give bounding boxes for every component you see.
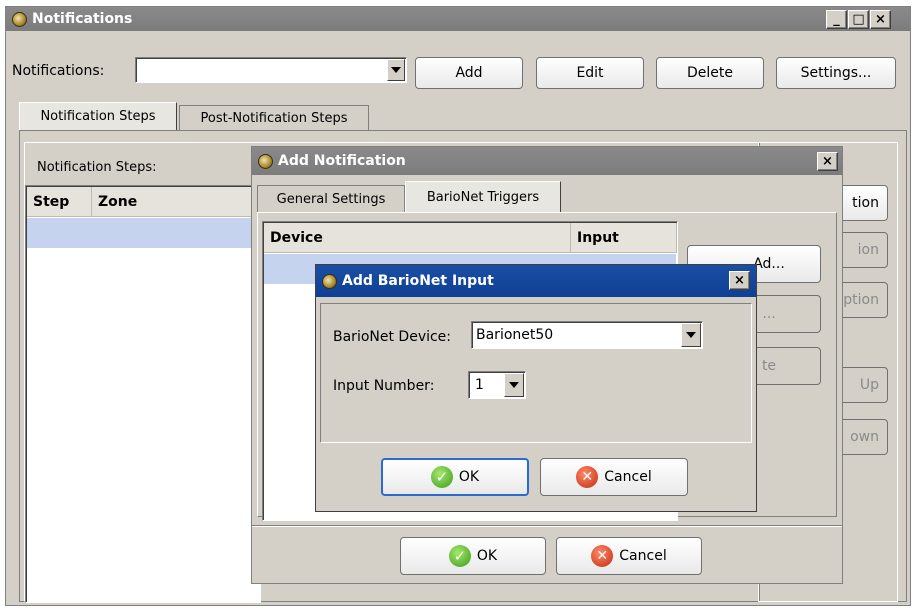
input-number-select[interactable]: 1 [468, 371, 526, 399]
add-barionet-input-title: Add BarioNet Input [342, 273, 494, 289]
settings-button[interactable]: Settings... [776, 57, 896, 89]
input-number-value: 1 [475, 377, 484, 393]
column-step[interactable]: Step [27, 187, 92, 217]
tab-barionet-triggers[interactable]: BarioNet Triggers [405, 181, 561, 212]
device-select-value: Barionet50 [476, 327, 554, 343]
dropdown-arrow-icon[interactable] [387, 59, 405, 81]
close-icon[interactable]: × [870, 10, 891, 29]
app-icon [258, 153, 273, 169]
dialog-separator [252, 525, 842, 527]
add-button[interactable]: Add [415, 57, 523, 89]
ok-button[interactable]: ✓ OK [400, 537, 546, 575]
tab-post-notification-steps[interactable]: Post-Notification Steps [179, 105, 369, 130]
column-zone[interactable]: Zone [92, 187, 261, 217]
ok-button[interactable]: ✓ OK [381, 458, 529, 496]
ok-label: OK [476, 548, 498, 564]
cancel-label: Cancel [604, 469, 652, 485]
dropdown-arrow-icon[interactable] [681, 323, 701, 347]
tab-general-settings[interactable]: General Settings [257, 185, 405, 212]
close-icon[interactable]: × [729, 271, 750, 290]
dropdown-arrow-icon[interactable] [504, 373, 524, 397]
steps-label: Notification Steps: [37, 160, 157, 175]
add-notification-titlebar: Add Notification [252, 147, 842, 175]
main-title: Notifications [32, 11, 133, 27]
table-row[interactable] [27, 218, 261, 248]
notifications-label: Notifications: [12, 63, 105, 79]
column-input[interactable]: Input [571, 223, 677, 253]
delete-button[interactable]: Delete [656, 57, 764, 89]
add-notification-title: Add Notification [278, 153, 406, 169]
tab-notification-steps[interactable]: Notification Steps [19, 102, 177, 130]
cancel-button[interactable]: ✕ Cancel [556, 537, 702, 575]
notifications-combo[interactable] [135, 57, 407, 83]
cancel-label: Cancel [619, 548, 667, 564]
cancel-x-icon: ✕ [576, 466, 599, 488]
cancel-button[interactable]: ✕ Cancel [540, 458, 688, 496]
minimize-icon[interactable]: _ [826, 10, 847, 29]
add-barionet-input-dialog: Add BarioNet Input × BarioNet Device: Ba… [315, 264, 757, 512]
cancel-x-icon: ✕ [591, 545, 614, 567]
add-barionet-input-titlebar: Add BarioNet Input [316, 265, 756, 297]
ok-check-icon: ✓ [430, 466, 453, 488]
maximize-icon[interactable]: □ [848, 10, 869, 29]
input-number-label: Input Number: [333, 378, 435, 394]
close-icon[interactable]: × [817, 152, 838, 171]
device-label: BarioNet Device: [333, 329, 452, 345]
device-select[interactable]: Barionet50 [471, 321, 703, 349]
ok-check-icon: ✓ [448, 545, 471, 567]
ok-label: OK [458, 469, 480, 485]
column-device[interactable]: Device [264, 223, 571, 253]
edit-button[interactable]: Edit [536, 57, 644, 89]
app-icon [322, 273, 337, 289]
main-titlebar: Notifications [6, 7, 910, 31]
app-icon [12, 11, 27, 27]
steps-table[interactable]: Step Zone [25, 185, 261, 603]
